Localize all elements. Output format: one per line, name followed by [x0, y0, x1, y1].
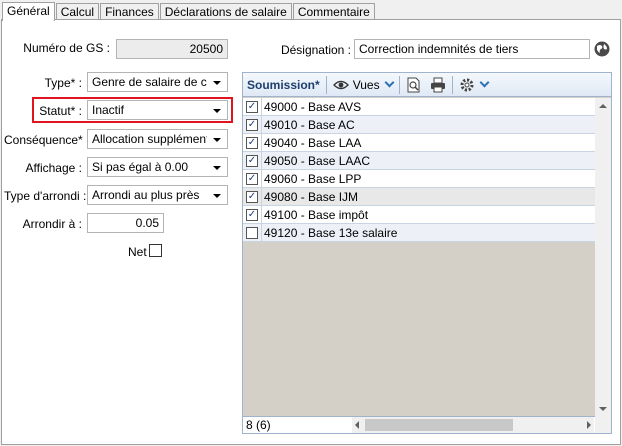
statut-label: Statut* : [39, 104, 82, 118]
row-label: 49010 - Base AC [261, 115, 596, 134]
print-icon [430, 77, 445, 92]
settings-button[interactable] [455, 74, 492, 96]
toolbar-separator [451, 75, 453, 94]
affichage-label: Affichage : [25, 161, 82, 175]
grid-rows: ✓ 49000 - Base AVS ✓ 49010 - Base AC ✓ 4… [243, 97, 596, 242]
type-label: Type* : [44, 76, 82, 90]
vues-label: Vues [352, 77, 380, 92]
numero-field[interactable]: 20500 [116, 39, 228, 59]
tab-declarations[interactable]: Déclarations de salaire [159, 3, 292, 20]
row-checkbox[interactable] [246, 226, 258, 239]
eye-icon [332, 80, 349, 89]
list-item[interactable]: ✓ 49050 - Base LAAC [243, 151, 596, 170]
general-panel: Numéro de GS : 20500 Type* : Genre de sa… [1, 19, 621, 445]
chevron-down-icon [213, 138, 221, 142]
submission-grid: Soumission* Vues ✓ 49000 - Base AVS ✓ 49… [242, 72, 612, 434]
globe-icon[interactable] [594, 41, 610, 57]
scrollbar-corner [595, 416, 611, 433]
row-checkbox[interactable]: ✓ [246, 190, 258, 203]
arrondir-label: Arrondir à : [22, 217, 82, 231]
list-item[interactable]: ✓ 49000 - Base AVS [243, 97, 596, 116]
designation-field[interactable]: Correction indemnités de tiers [354, 39, 590, 59]
tab-calcul-label: Calcul [60, 5, 95, 19]
scroll-thumb[interactable] [365, 419, 513, 431]
toolbar-separator [325, 75, 327, 94]
statut-select[interactable]: Inactif [87, 100, 228, 120]
tab-general[interactable]: Général [2, 2, 55, 21]
chevron-down-icon [213, 109, 221, 113]
arrondir-field[interactable]: 0.05 [87, 213, 164, 233]
designation-label: Désignation : [280, 43, 351, 57]
row-count: 8 (6) [246, 418, 271, 432]
row-label: 49080 - Base IJM [261, 187, 596, 206]
tab-general-label: Général [7, 4, 50, 18]
scroll-down-icon[interactable] [599, 407, 607, 411]
list-item[interactable]: 49120 - Base 13e salaire [243, 223, 596, 242]
list-item[interactable]: ✓ 49100 - Base impôt [243, 205, 596, 224]
scroll-up-icon[interactable] [599, 104, 607, 108]
tab-calcul[interactable]: Calcul [55, 3, 100, 20]
scroll-right-icon[interactable] [587, 421, 591, 429]
net-checkbox[interactable] [149, 244, 162, 257]
vertical-scrollbar[interactable] [595, 98, 611, 417]
row-label: 49050 - Base LAAC [261, 151, 596, 170]
row-checkbox[interactable]: ✓ [246, 100, 258, 113]
chevron-down-icon [213, 194, 221, 198]
row-label: 49000 - Base AVS [261, 97, 596, 116]
row-checkbox[interactable]: ✓ [246, 154, 258, 167]
statut-select-value: Inactif [92, 103, 125, 117]
grid-statusbar: 8 (6) [243, 416, 611, 433]
grid-toolbar: Soumission* Vues [243, 73, 611, 97]
row-label: 49040 - Base LAA [261, 133, 596, 152]
tab-commentaire-label: Commentaire [297, 5, 370, 19]
consequence-label: Conséquence* : [4, 133, 90, 147]
soumission-header: Soumission* [243, 74, 324, 96]
toolbar-separator [398, 75, 400, 94]
type-select-value: Genre de salaire de calc [92, 75, 207, 89]
row-label: 49100 - Base impôt [261, 205, 596, 224]
row-checkbox[interactable]: ✓ [246, 118, 258, 131]
arrondi-type-select[interactable]: Arrondi au plus près [87, 185, 228, 205]
soumission-label: Soumission* [247, 77, 320, 92]
chevron-down-icon [213, 166, 221, 170]
chevron-down-icon [479, 77, 490, 88]
preview-icon [407, 77, 420, 92]
scroll-left-icon[interactable] [355, 421, 359, 429]
numero-label: Numéro de GS : [23, 41, 110, 55]
horizontal-scrollbar[interactable] [352, 417, 594, 433]
row-label: 49120 - Base 13e salaire [261, 223, 596, 242]
list-item[interactable]: ✓ 49060 - Base LPP [243, 169, 596, 188]
settings-icon [460, 78, 474, 91]
row-checkbox[interactable]: ✓ [246, 172, 258, 185]
preview-button[interactable] [402, 74, 426, 96]
tab-finances[interactable]: Finances [100, 3, 159, 20]
consequence-select[interactable]: Allocation supplémentair [87, 129, 228, 149]
vues-button[interactable]: Vues [329, 74, 397, 96]
row-label: 49060 - Base LPP [261, 169, 596, 188]
affichage-select[interactable]: Si pas égal à 0.00 [87, 157, 228, 177]
tab-commentaire[interactable]: Commentaire [292, 3, 375, 20]
arrondi-type-label: Type d'arrondi : [4, 189, 87, 203]
net-label: Net [128, 245, 147, 259]
tab-declarations-label: Déclarations de salaire [164, 5, 287, 19]
chevron-down-icon [384, 77, 395, 88]
consequence-select-value: Allocation supplémentair [92, 132, 207, 146]
affichage-select-value: Si pas égal à 0.00 [92, 160, 189, 174]
print-button[interactable] [426, 74, 450, 96]
row-checkbox[interactable]: ✓ [246, 208, 258, 221]
list-item[interactable]: ✓ 49040 - Base LAA [243, 133, 596, 152]
arrondi-type-select-value: Arrondi au plus près [92, 188, 200, 202]
tab-strip: Général Calcul Finances Déclarations de … [2, 2, 376, 21]
chevron-down-icon [213, 81, 221, 85]
tab-finances-label: Finances [105, 5, 154, 19]
row-checkbox[interactable]: ✓ [246, 136, 258, 149]
list-item[interactable]: ✓ 49080 - Base IJM [243, 187, 596, 206]
list-item[interactable]: ✓ 49010 - Base AC [243, 115, 596, 134]
type-select[interactable]: Genre de salaire de calc [87, 72, 228, 92]
